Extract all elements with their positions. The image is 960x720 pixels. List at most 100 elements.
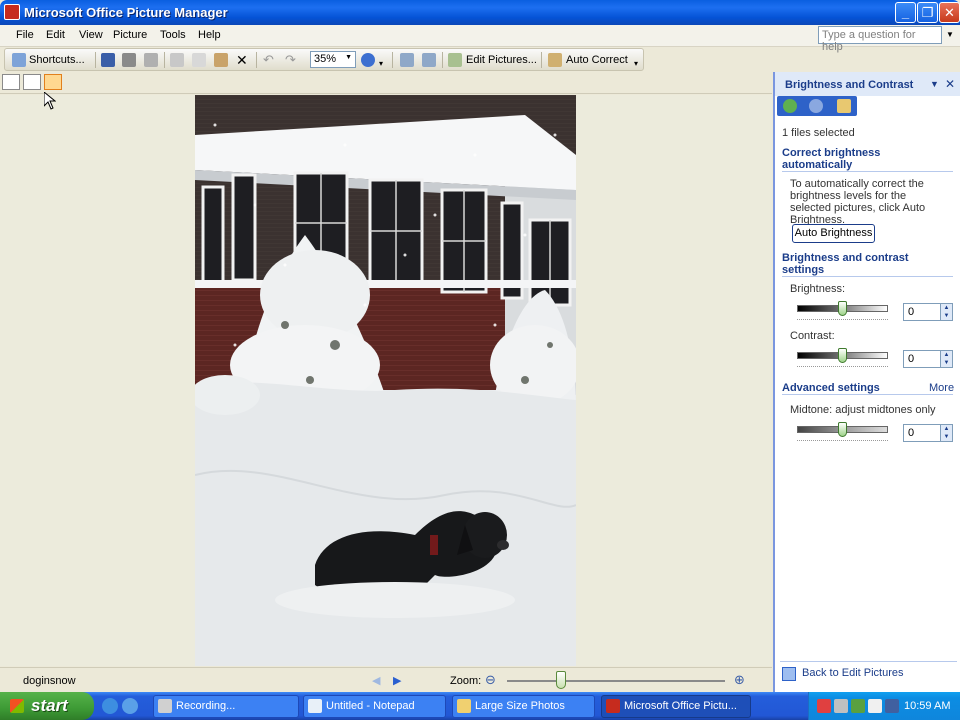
- taskbar-item-notepad[interactable]: Untitled - Notepad: [303, 695, 446, 718]
- picture-manager-window: Microsoft Office Picture Manager _ ❐ ✕ F…: [0, 0, 960, 692]
- rotate-right-icon[interactable]: [422, 53, 436, 67]
- window-title: Microsoft Office Picture Manager: [24, 5, 228, 20]
- browser-icon[interactable]: [122, 698, 138, 714]
- auto-brightness-button[interactable]: Auto Brightness: [792, 224, 875, 243]
- menu-tools[interactable]: Tools: [160, 29, 186, 41]
- notepad-icon: [308, 699, 322, 713]
- close-icon[interactable]: ✕: [945, 77, 955, 91]
- zoom-value: 35%: [314, 53, 337, 65]
- tray-app-icon[interactable]: [851, 699, 865, 713]
- help-icon[interactable]: [361, 53, 375, 67]
- spin-down-icon[interactable]: ▼: [940, 359, 952, 367]
- spin-up-icon[interactable]: ▲: [940, 425, 952, 433]
- help-dropdown-icon[interactable]: ▼: [946, 30, 954, 39]
- save-icon[interactable]: [101, 53, 115, 67]
- taskbar-item-large-size-photos[interactable]: Large Size Photos: [452, 695, 595, 718]
- brightness-spinner[interactable]: 0 ▲ ▼: [903, 303, 953, 321]
- menu-picture[interactable]: Picture: [113, 29, 147, 41]
- taskbar-item-recording[interactable]: Recording...: [153, 695, 299, 718]
- status-bar: doginsnow ◀ ▶ Zoom: ⊖ ⊕: [0, 667, 772, 692]
- shortcuts-button[interactable]: Shortcuts...: [29, 52, 85, 68]
- zoom-slider-thumb[interactable]: [556, 671, 566, 689]
- brightness-label: Brightness:: [790, 283, 846, 295]
- tray-app-icon[interactable]: [834, 699, 848, 713]
- single-picture-view-icon[interactable]: [44, 74, 62, 90]
- taskbar-item-picture-manager[interactable]: Microsoft Office Pictu...: [601, 695, 751, 718]
- paste-icon[interactable]: [214, 53, 228, 67]
- contrast-spinner[interactable]: 0 ▲ ▼: [903, 350, 953, 368]
- back-to-edit-pictures-link[interactable]: Back to Edit Pictures: [802, 667, 904, 679]
- taskbar-item-label: Untitled - Notepad: [326, 700, 415, 712]
- windows-logo-icon: [10, 699, 24, 713]
- close-button[interactable]: ✕: [939, 2, 960, 23]
- brightness-slider-ticks: [797, 319, 888, 322]
- toolbar-separator: [256, 52, 257, 68]
- menu-help[interactable]: Help: [198, 29, 221, 41]
- redo-icon[interactable]: ↷: [285, 52, 296, 68]
- spin-down-icon[interactable]: ▼: [940, 312, 952, 320]
- app-icon[interactable]: [4, 4, 20, 20]
- forward-icon[interactable]: [809, 99, 823, 113]
- rotate-left-icon[interactable]: [400, 53, 414, 67]
- edit-pictures-icon[interactable]: [448, 53, 462, 67]
- midtone-slider-thumb[interactable]: [838, 422, 847, 437]
- thumbnail-view-icon[interactable]: [2, 74, 20, 90]
- zoom-label: Zoom:: [450, 675, 482, 687]
- clock: 10:59 AM: [904, 700, 951, 712]
- picture-manager-icon: [606, 699, 620, 713]
- spin-up-icon[interactable]: ▲: [940, 304, 952, 312]
- chevron-down-icon: ▼: [345, 54, 352, 61]
- menu-bar: File Edit View Picture Tools Help: [0, 25, 960, 47]
- menu-file[interactable]: File: [16, 29, 34, 41]
- menu-edit[interactable]: Edit: [46, 29, 65, 41]
- spin-down-icon[interactable]: ▼: [940, 433, 952, 441]
- task-pane: Brightness and Contrast ▼ ✕ 1 files sele…: [773, 72, 960, 692]
- help-search-input[interactable]: Type a question for help: [818, 26, 942, 53]
- section-settings-heading: Brightness and contrast settings: [782, 252, 953, 277]
- cut-icon[interactable]: [170, 53, 184, 67]
- spin-up-icon[interactable]: ▲: [940, 351, 952, 359]
- restore-button[interactable]: ❐: [917, 2, 938, 23]
- tray-app-icon[interactable]: [817, 699, 831, 713]
- picture-preview[interactable]: [195, 95, 576, 666]
- zoom-out-icon[interactable]: ⊖: [485, 672, 496, 688]
- auto-correct-icon[interactable]: [548, 53, 562, 67]
- delete-icon[interactable]: ✕: [236, 52, 248, 68]
- midtone-spinner[interactable]: 0 ▲ ▼: [903, 424, 953, 442]
- network-icon[interactable]: [868, 699, 882, 713]
- zoom-slider-track[interactable]: [507, 680, 725, 682]
- next-picture-icon[interactable]: ▶: [393, 674, 401, 687]
- minimize-button[interactable]: _: [895, 2, 916, 23]
- brightness-slider-thumb[interactable]: [838, 301, 847, 316]
- zoom-select[interactable]: 35% ▼: [310, 51, 356, 68]
- filmstrip-view-icon[interactable]: [23, 74, 41, 90]
- home-icon[interactable]: [837, 99, 851, 113]
- toolbar-separator: [541, 52, 542, 68]
- internet-explorer-icon[interactable]: [102, 698, 118, 714]
- toolbar-options-icon[interactable]: ▾: [379, 56, 383, 72]
- copy-icon[interactable]: [192, 53, 206, 67]
- volume-icon[interactable]: [885, 699, 899, 713]
- start-button[interactable]: start: [0, 692, 94, 720]
- title-bar[interactable]: Microsoft Office Picture Manager _ ❐ ✕: [0, 0, 960, 25]
- zoom-in-icon[interactable]: ⊕: [734, 672, 745, 688]
- chevron-down-icon[interactable]: ▼: [930, 79, 939, 89]
- edit-pictures-icon[interactable]: [782, 667, 796, 681]
- menu-view[interactable]: View: [79, 29, 103, 41]
- more-link[interactable]: More: [929, 382, 954, 394]
- brightness-value: 0: [908, 306, 915, 318]
- print-icon[interactable]: [122, 53, 136, 67]
- auto-correct-button[interactable]: Auto Correct: [566, 52, 628, 68]
- back-icon[interactable]: [783, 99, 797, 113]
- contrast-slider-thumb[interactable]: [838, 348, 847, 363]
- system-tray: 10:59 AM: [808, 692, 960, 720]
- shortcuts-icon[interactable]: [12, 53, 26, 67]
- toolbar-separator: [164, 52, 165, 68]
- task-pane-nav: [777, 96, 857, 116]
- toolbar-separator: [95, 52, 96, 68]
- toolbar-options-icon[interactable]: ▾: [634, 56, 638, 72]
- edit-pictures-button[interactable]: Edit Pictures...: [466, 52, 537, 68]
- undo-icon[interactable]: ↶: [263, 52, 274, 68]
- email-icon[interactable]: [144, 53, 158, 67]
- previous-picture-icon[interactable]: ◀: [372, 674, 380, 687]
